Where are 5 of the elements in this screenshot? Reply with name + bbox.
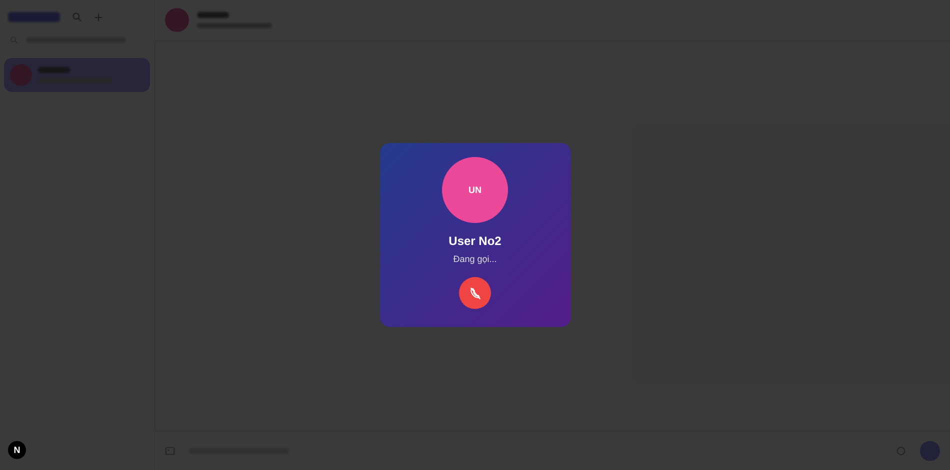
call-status: Đang gọi... (453, 254, 497, 264)
caller-name: User No2 (448, 234, 502, 248)
phone-off-icon (468, 286, 482, 300)
end-call-button[interactable] (459, 277, 491, 309)
avatar: UN (442, 157, 508, 223)
